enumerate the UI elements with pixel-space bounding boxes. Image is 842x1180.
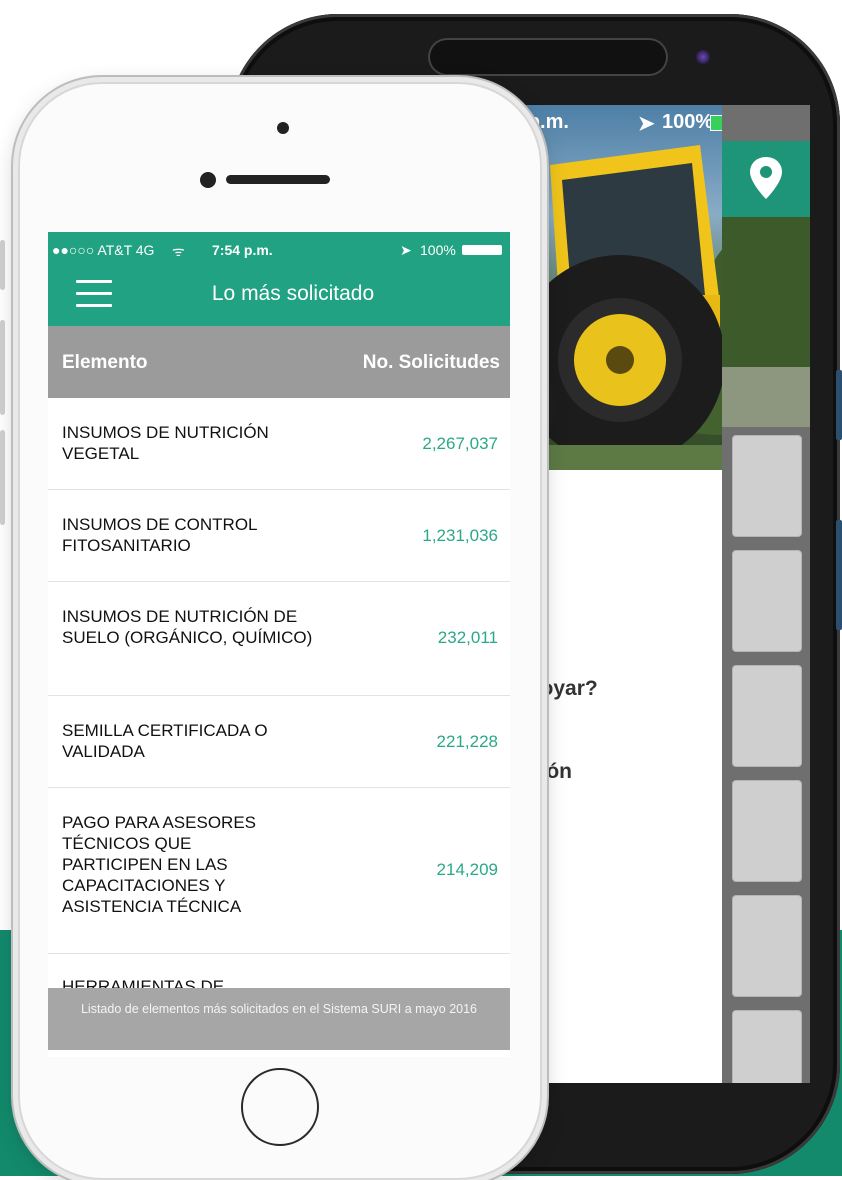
android-photo-strip-2 xyxy=(722,367,810,427)
table-row[interactable]: INSUMOS DE NUTRICIÓN DE SUELO (ORGÁNICO,… xyxy=(48,582,510,696)
location-pin-icon xyxy=(750,157,782,199)
android-card[interactable] xyxy=(732,550,802,652)
android-camera xyxy=(696,50,710,64)
ios-status-bar: ●●○○○ AT&T 4G ᯤ 7:54 p.m. ➤ 100% xyxy=(48,232,510,268)
row-value: 2,267,037 xyxy=(422,434,498,453)
iphone-front-sensor xyxy=(277,122,289,134)
home-button[interactable] xyxy=(241,1068,319,1146)
row-value: 221,228 xyxy=(436,732,498,751)
table-row[interactable]: INSUMOS DE CONTROL FITOSANITARIO 1,231,0… xyxy=(48,490,510,582)
android-power-button xyxy=(836,520,842,630)
table-row[interactable]: INSUMOS DE NUTRICIÓN VEGETAL 2,267,037 xyxy=(48,398,510,490)
iphone-volume-up xyxy=(0,320,5,415)
android-speaker xyxy=(428,38,668,76)
location-arrow-icon: ➤ xyxy=(400,242,412,258)
android-content-behind xyxy=(722,105,810,1083)
iphone: ●●○○○ AT&T 4G ᯤ 7:54 p.m. ➤ 100% Lo más … xyxy=(18,82,542,1180)
status-time: 7:54 p.m. xyxy=(212,242,273,258)
table-header: Elemento No. Solicitudes xyxy=(48,326,510,398)
row-name: INSUMOS DE NUTRICIÓN DE SUELO (ORGÁNICO,… xyxy=(62,607,313,647)
table-row[interactable]: SEMILLA CERTIFICADA O VALIDADA 221,228 xyxy=(48,696,510,788)
location-arrow-icon: ➤ xyxy=(638,113,655,135)
android-card[interactable] xyxy=(732,1010,802,1083)
android-card[interactable] xyxy=(732,895,802,997)
row-name: INSUMOS DE NUTRICIÓN VEGETAL xyxy=(62,423,269,463)
location-button[interactable] xyxy=(722,141,810,217)
row-name: SEMILLA CERTIFICADA O VALIDADA xyxy=(62,721,268,761)
battery-text: 100% xyxy=(420,242,456,258)
android-card[interactable] xyxy=(732,665,802,767)
column-header-element: Elemento xyxy=(62,352,148,373)
row-value: 232,011 xyxy=(437,628,498,647)
hamburger-menu-icon[interactable] xyxy=(76,280,112,308)
row-value: 214,209 xyxy=(436,860,498,879)
row-name: PAGO PARA ASESORES TÉCNICOS QUE PARTICIP… xyxy=(62,813,256,916)
android-battery-text: 100% xyxy=(662,111,714,133)
iphone-speaker xyxy=(226,175,330,184)
android-card[interactable] xyxy=(732,435,802,537)
list-footer-note: Listado de elementos más solicitados en … xyxy=(48,988,510,1050)
carrier-text: ●●○○○ AT&T 4G xyxy=(52,242,155,258)
row-name: INSUMOS DE CONTROL FITOSANITARIO xyxy=(62,515,257,555)
request-list: INSUMOS DE NUTRICIÓN VEGETAL 2,267,037 I… xyxy=(48,398,510,1034)
iphone-screen: ●●○○○ AT&T 4G ᯤ 7:54 p.m. ➤ 100% Lo más … xyxy=(48,232,510,1057)
table-row[interactable]: PAGO PARA ASESORES TÉCNICOS QUE PARTICIP… xyxy=(48,788,510,954)
iphone-camera xyxy=(200,172,216,188)
column-header-requests: No. Solicitudes xyxy=(362,352,500,373)
android-photo-strip xyxy=(722,217,810,367)
nav-bar: Lo más solicitado xyxy=(48,268,510,326)
page-title: Lo más solicitado xyxy=(211,282,375,305)
iphone-volume-down xyxy=(0,430,5,525)
battery-icon xyxy=(462,245,502,255)
android-volume-button xyxy=(836,370,842,440)
iphone-mute-switch xyxy=(0,240,5,290)
wifi-icon: ᯤ xyxy=(172,243,185,259)
android-card[interactable] xyxy=(732,780,802,882)
row-value: 1,231,036 xyxy=(422,526,498,545)
